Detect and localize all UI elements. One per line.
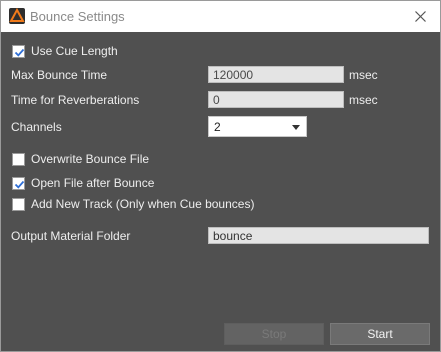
- close-button[interactable]: [406, 2, 436, 31]
- checkmark-icon: [14, 48, 25, 57]
- output-folder-input[interactable]: [208, 227, 429, 244]
- app-logo-icon: [9, 8, 25, 24]
- overwrite-bounce-file-checkbox[interactable]: Overwrite Bounce File: [12, 152, 162, 167]
- channels-value: 2: [214, 120, 221, 134]
- add-new-track-label: Add New Track (Only when Cue bounces): [31, 197, 255, 211]
- channels-label: Channels: [11, 120, 62, 134]
- dialog-content: Use Cue Length Max Bounce Time msec Time…: [1, 32, 440, 351]
- checkbox-box[interactable]: [12, 45, 25, 58]
- channels-select[interactable]: 2: [208, 116, 307, 137]
- open-file-after-bounce-checkbox[interactable]: Open File after Bounce: [12, 176, 167, 191]
- overwrite-bounce-file-label: Overwrite Bounce File: [31, 152, 150, 166]
- reverberations-label: Time for Reverberations: [11, 93, 140, 107]
- checkmark-icon: [14, 180, 25, 189]
- bounce-settings-dialog: Bounce Settings Use Cue Length Max Bounc…: [0, 0, 441, 352]
- max-bounce-time-label: Max Bounce Time: [11, 68, 108, 82]
- start-button[interactable]: Start: [330, 323, 430, 345]
- checkbox-box[interactable]: [12, 177, 25, 190]
- close-icon: [415, 11, 426, 22]
- window-title: Bounce Settings: [30, 9, 125, 24]
- use-cue-length-label: Use Cue Length: [31, 44, 118, 58]
- max-bounce-time-unit: msec: [349, 68, 378, 82]
- stop-button[interactable]: Stop: [224, 323, 324, 345]
- checkbox-box[interactable]: [12, 153, 25, 166]
- title-bar[interactable]: Bounce Settings: [1, 1, 440, 32]
- reverberations-input[interactable]: [208, 91, 344, 108]
- output-folder-label: Output Material Folder: [11, 229, 131, 243]
- use-cue-length-checkbox[interactable]: Use Cue Length: [12, 44, 152, 59]
- checkbox-box[interactable]: [12, 198, 25, 211]
- max-bounce-time-input[interactable]: [208, 66, 344, 83]
- chevron-down-icon: [292, 125, 300, 130]
- add-new-track-checkbox[interactable]: Add New Track (Only when Cue bounces): [12, 197, 262, 212]
- reverberations-unit: msec: [349, 93, 378, 107]
- open-file-after-bounce-label: Open File after Bounce: [31, 176, 155, 190]
